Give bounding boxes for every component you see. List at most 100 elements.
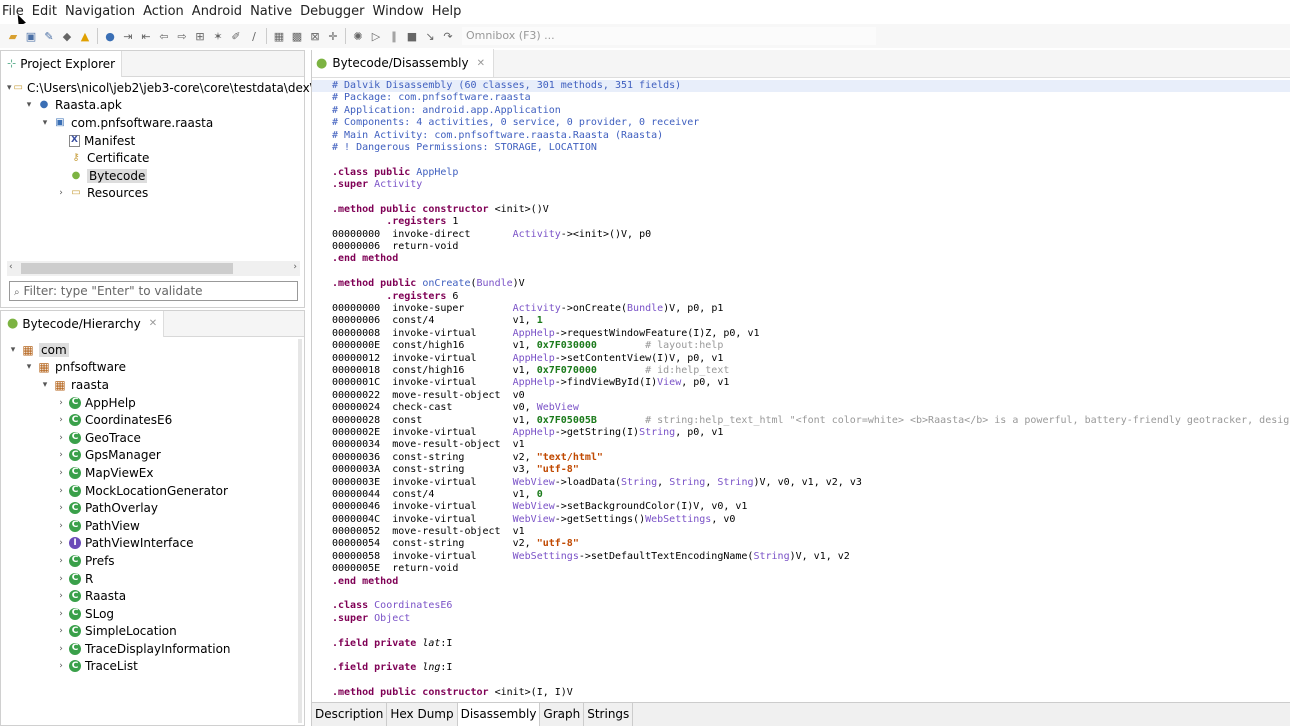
tree-item[interactable]: ⚷ Certificate: [1, 149, 304, 167]
navigate-back-icon[interactable]: ⇦: [157, 29, 172, 44]
eraser-icon[interactable]: ◆: [60, 29, 75, 44]
code-line[interactable]: [312, 625, 1290, 637]
code-line[interactable]: 00000006 const/4 v1, 1: [312, 315, 1290, 327]
tree-item[interactable]: ▾ ▭ C:\Users\nicol\jeb2\jeb3-core\core\tes…: [1, 79, 322, 97]
navigate-forward-icon[interactable]: ⇨: [175, 29, 190, 44]
hierarchy-item[interactable]: › C Prefs: [1, 552, 304, 570]
hierarchy-item[interactable]: ▾ ▦ raasta: [1, 376, 304, 394]
scroll-left-icon[interactable]: ‹: [9, 262, 13, 272]
code-line[interactable]: 00000024 check-cast v0, WebView: [312, 402, 1290, 414]
code-line[interactable]: .field private lng:I: [312, 662, 1290, 674]
menu-native[interactable]: Native: [246, 0, 296, 24]
expand-toggle-icon[interactable]: ›: [55, 521, 67, 531]
hierarchy-item[interactable]: › C MapViewEx: [1, 464, 304, 482]
step-over-icon[interactable]: ↷: [441, 29, 456, 44]
expand-toggle-icon[interactable]: ▾: [7, 345, 19, 355]
hierarchy-item[interactable]: › C GpsManager: [1, 447, 304, 465]
expand-toggle-icon[interactable]: ›: [55, 415, 67, 425]
disassembly-view[interactable]: # Dalvik Disassembly (60 classes, 301 me…: [312, 80, 1290, 700]
tree-item[interactable]: ● Bytecode: [1, 167, 304, 185]
pencil-icon[interactable]: ✐: [229, 29, 244, 44]
code-line[interactable]: .method public constructor <init>(I, I)V: [312, 687, 1290, 699]
code-line[interactable]: 00000008 invoke-virtual AppHelp->request…: [312, 328, 1290, 340]
close-icon[interactable]: ✕: [477, 58, 485, 69]
hierarchy-item[interactable]: › C MockLocationGenerator: [1, 482, 304, 500]
code-line[interactable]: # ! Dangerous Permissions: STORAGE, LOCA…: [312, 142, 1290, 154]
code-line[interactable]: 0000004C invoke-virtual WebView->getSett…: [312, 514, 1290, 526]
menu-help[interactable]: Help: [428, 0, 466, 24]
comment-icon[interactable]: ✶: [211, 29, 226, 44]
hierarchy-item[interactable]: › C CoordinatesE6: [1, 411, 304, 429]
hierarchy-item[interactable]: › C R: [1, 570, 304, 588]
jump-icon[interactable]: ⇥: [121, 29, 136, 44]
expand-toggle-icon[interactable]: ▾: [39, 118, 51, 128]
expand-toggle-icon[interactable]: ›: [55, 661, 67, 671]
code-line[interactable]: [312, 192, 1290, 204]
tab-strings[interactable]: Strings: [584, 703, 634, 726]
edit-icon[interactable]: ∕: [247, 29, 262, 44]
code-line[interactable]: .super Object: [312, 613, 1290, 625]
expand-toggle-icon[interactable]: ▾: [7, 83, 12, 93]
menu-action[interactable]: Action: [139, 0, 188, 24]
tree-item[interactable]: X Manifest: [1, 132, 304, 150]
code-line[interactable]: .class CoordinatesE6: [312, 600, 1290, 612]
stop-icon[interactable]: ■: [405, 29, 420, 44]
expand-toggle-icon[interactable]: ›: [55, 433, 67, 443]
expand-toggle-icon[interactable]: ›: [55, 556, 67, 566]
code-line[interactable]: .end method: [312, 576, 1290, 588]
hierarchy-item[interactable]: ▾ ▦ com: [1, 341, 304, 359]
scroll-right-icon[interactable]: ›: [293, 262, 297, 272]
code-line[interactable]: 00000054 const-string v2, "utf-8": [312, 538, 1290, 550]
wrench-icon[interactable]: ✎: [42, 29, 57, 44]
code-line[interactable]: [312, 650, 1290, 662]
tab-bytecode-hierarchy[interactable]: ● Bytecode/Hierarchy ✕: [1, 310, 165, 337]
expand-toggle-icon[interactable]: ›: [55, 468, 67, 478]
code-line[interactable]: 00000052 move-result-object v1: [312, 526, 1290, 538]
code-line[interactable]: 0000000E const/high16 v1, 0x7F030000 # l…: [312, 340, 1290, 352]
code-line[interactable]: .method public onCreate(Bundle)V: [312, 278, 1290, 290]
code-line[interactable]: .field private lat:I: [312, 638, 1290, 650]
refactor-icon[interactable]: ⊞: [193, 29, 208, 44]
filter-input[interactable]: ⌕ Filter: type "Enter" to validate: [9, 281, 298, 301]
code-line[interactable]: 00000000 invoke-super Activity->onCreate…: [312, 303, 1290, 315]
expand-toggle-icon[interactable]: ›: [55, 626, 67, 636]
tab-bytecode-disassembly[interactable]: ● Bytecode/Disassembly ✕: [312, 49, 494, 77]
code-line[interactable]: 0000003E invoke-virtual WebView->loadDat…: [312, 477, 1290, 489]
code-line[interactable]: .registers 6: [312, 291, 1290, 303]
code-line[interactable]: 00000046 invoke-virtual WebView->setBack…: [312, 501, 1290, 513]
tree-item[interactable]: ▾ ▣ com.pnfsoftware.raasta: [1, 114, 304, 132]
tab-disassembly[interactable]: Disassembly: [457, 703, 541, 726]
vertical-scrollbar[interactable]: [298, 339, 302, 723]
debug-icon[interactable]: ✺: [351, 29, 366, 44]
hierarchy-item[interactable]: › I PathViewInterface: [1, 535, 304, 553]
code-line[interactable]: 00000006 return-void: [312, 241, 1290, 253]
hierarchy-item[interactable]: › C PathView: [1, 517, 304, 535]
code-line[interactable]: 00000018 const/high16 v1, 0x7F070000 # i…: [312, 365, 1290, 377]
code-line[interactable]: # Application: android.app.Application: [312, 105, 1290, 117]
code-line[interactable]: .class public AppHelp: [312, 167, 1290, 179]
expand-toggle-icon[interactable]: ▾: [23, 362, 35, 372]
code-line[interactable]: [312, 675, 1290, 687]
code-line[interactable]: 00000044 const/4 v1, 0: [312, 489, 1290, 501]
code-line[interactable]: .method public constructor <init>()V: [312, 204, 1290, 216]
code-line[interactable]: 00000034 move-result-object v1: [312, 439, 1290, 451]
expand-toggle-icon[interactable]: ›: [55, 574, 67, 584]
menu-navigation[interactable]: Navigation: [61, 0, 139, 24]
code-line[interactable]: 00000028 const v1, 0x7F05005B # string:h…: [312, 415, 1290, 427]
code-line[interactable]: 0000005E return-void: [312, 563, 1290, 575]
code-line[interactable]: 00000000 invoke-direct Activity-><init>(…: [312, 229, 1290, 241]
menu-debugger[interactable]: Debugger: [296, 0, 368, 24]
run-icon[interactable]: ▷: [369, 29, 384, 44]
tab-description[interactable]: Description: [312, 703, 388, 726]
grid-icon[interactable]: ▦: [272, 29, 287, 44]
hierarchy-item[interactable]: ▾ ▦ pnfsoftware: [1, 359, 304, 377]
code-line[interactable]: .end method: [312, 253, 1290, 265]
hierarchy-item[interactable]: › C Raasta: [1, 587, 304, 605]
expand-toggle-icon[interactable]: ›: [55, 538, 67, 548]
code-line[interactable]: .super Activity: [312, 179, 1290, 191]
hierarchy-item[interactable]: › C GeoTrace: [1, 429, 304, 447]
hierarchy-item[interactable]: › C PathOverlay: [1, 499, 304, 517]
expand-toggle-icon[interactable]: ›: [55, 188, 67, 198]
code-line[interactable]: # Main Activity: com.pnfsoftware.raasta.…: [312, 130, 1290, 142]
code-line[interactable]: .registers 1: [312, 216, 1290, 228]
